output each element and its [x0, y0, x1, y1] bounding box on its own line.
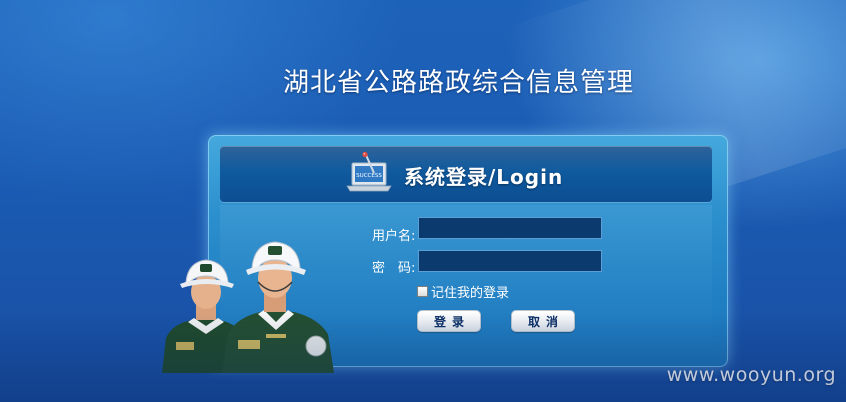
remember-me-label[interactable]: 记住我的登录	[431, 282, 509, 301]
login-page: 湖北省公路路政综合信息管理 SUCCESS 系统登录/Login 用户名: 密 …	[0, 0, 846, 402]
password-label: 密 码:	[372, 261, 416, 276]
laptop-success-icon: SUCCESS	[346, 151, 392, 192]
remember-me-row[interactable]: 记住我的登录	[417, 282, 509, 301]
password-input[interactable]	[418, 250, 602, 272]
site-title: 湖北省公路路政综合信息管理	[283, 68, 635, 98]
traffic-officers-image	[162, 241, 334, 373]
laptop-screen-text: SUCCESS	[356, 173, 382, 179]
remember-me-checkbox[interactable]	[417, 285, 428, 297]
username-input[interactable]	[418, 217, 602, 239]
watermark: www.wooyun.org	[666, 364, 836, 386]
cancel-button[interactable]: 取消	[511, 310, 575, 332]
login-button[interactable]: 登录	[417, 310, 481, 332]
username-label: 用户名:	[372, 229, 416, 244]
login-panel-header: SUCCESS 系统登录/Login	[220, 146, 712, 202]
login-panel-heading: 系统登录/Login	[404, 165, 564, 189]
